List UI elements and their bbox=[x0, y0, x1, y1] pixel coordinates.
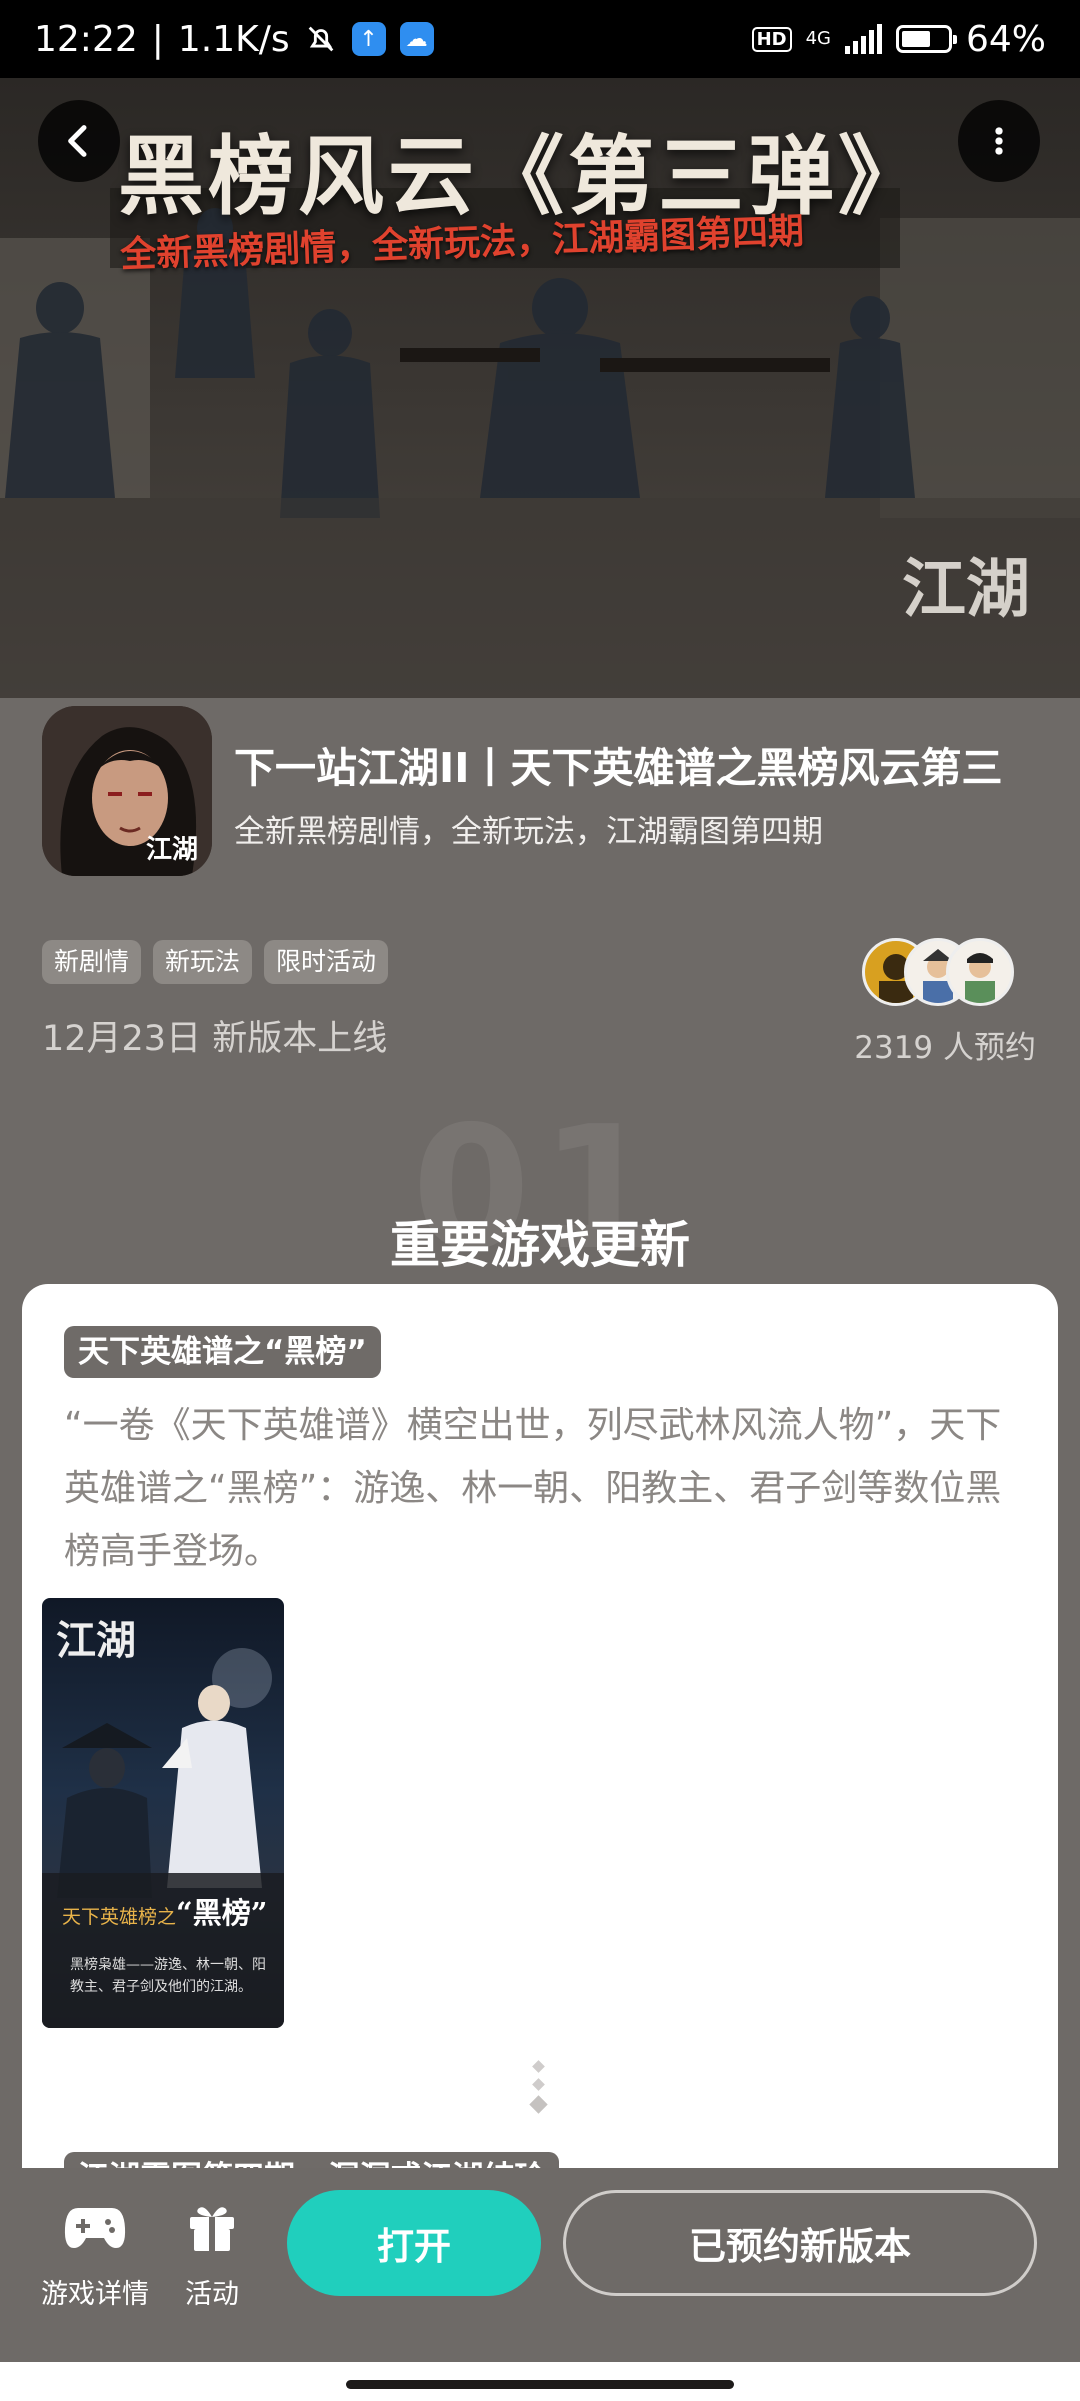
network-type: 4G bbox=[805, 28, 831, 49]
battery-percent: 64% bbox=[965, 18, 1046, 60]
hd-badge: HD bbox=[751, 26, 792, 52]
poster-image[interactable]: 江湖 天下英雄榜之“黑榜” 黑榜枭雄——游逸、林一朝、阳教主、君子剑及他们的江湖… bbox=[42, 1598, 284, 2028]
poster-title-prefix: 天下英雄榜之 bbox=[62, 1906, 177, 1928]
app-icon: 江湖 bbox=[42, 706, 212, 876]
status-time: 12:22 bbox=[34, 18, 138, 60]
tag-limited-event: 限时活动 bbox=[264, 940, 389, 984]
upload-app-icon: ↑ bbox=[351, 22, 386, 56]
scroll-dots-icon bbox=[528, 2060, 548, 2120]
app-name: 下一站江湖II丨天下英雄谱之黑榜风云第三 bbox=[234, 744, 1003, 792]
gift-icon bbox=[190, 2207, 234, 2251]
poster-title: 天下英雄榜之“黑榜” bbox=[62, 1890, 267, 1932]
tag-list: 新剧情 新玩法 限时活动 bbox=[42, 940, 389, 984]
status-bar: 12:22 | 1.1K/s ↑ ☁ HD 4G 64% bbox=[0, 0, 1080, 78]
card-body-text: “一卷《天下英雄谱》横空出世，列尽武林风流人物”，天下英雄谱之“黑榜”：游逸、林… bbox=[64, 1405, 1002, 1572]
silent-bell-icon bbox=[308, 26, 333, 52]
game-detail-button[interactable]: 游戏详情 bbox=[35, 2194, 155, 2311]
release-date: 12月23日 新版本上线 bbox=[42, 1019, 388, 1059]
more-vertical-icon bbox=[995, 127, 1003, 155]
reserved-version-button[interactable]: 已预约新版本 bbox=[563, 2190, 1037, 2296]
app-description: 全新黑榜剧情，全新玩法，江湖霸图第四期 bbox=[234, 814, 823, 850]
signal-icon bbox=[844, 24, 882, 54]
game-detail-label: 游戏详情 bbox=[41, 2279, 149, 2310]
gamepad-icon bbox=[64, 2208, 126, 2248]
update-card: 天下英雄谱之“黑榜” “一卷《天下英雄谱》横空出世，列尽武林风流人物”，天下英雄… bbox=[22, 1284, 1058, 2284]
poster-title-main: “黑榜” bbox=[176, 1896, 268, 1930]
home-indicator[interactable] bbox=[346, 2380, 734, 2389]
card-label: 天下英雄谱之“黑榜” bbox=[64, 1326, 381, 1378]
reserve-count: 2319 人预约 bbox=[854, 1030, 1036, 1066]
back-arrow-icon bbox=[68, 125, 87, 157]
battery-icon bbox=[895, 25, 957, 53]
tag-new-gameplay: 新玩法 bbox=[153, 940, 253, 984]
more-button[interactable] bbox=[958, 100, 1040, 182]
cloud-app-icon: ☁ bbox=[399, 22, 434, 56]
activity-button[interactable]: 活动 bbox=[152, 2194, 272, 2311]
tag-new-story: 新剧情 bbox=[42, 940, 142, 984]
avatar bbox=[946, 938, 1014, 1006]
app-icon-logo: 江湖 bbox=[145, 835, 198, 865]
bottom-action-bar: 游戏详情 活动 打开 已预约新版本 bbox=[0, 2168, 1080, 2362]
reserver-avatars bbox=[862, 938, 1022, 1010]
hero-logo: 江湖 bbox=[902, 552, 1030, 627]
hero-banner: 黑榜风云《第三弹》 全新黑榜剧情，全新玩法，江湖霸图第四期 江湖 bbox=[0, 78, 1080, 698]
section-title: 重要游戏更新 bbox=[390, 1216, 690, 1274]
open-button[interactable]: 打开 bbox=[287, 2190, 541, 2296]
net-speed: 1.1K/s bbox=[177, 18, 290, 60]
poster-text: 黑榜枭雄——游逸、林一朝、阳教主、君子剑及他们的江湖。 bbox=[70, 1957, 266, 1995]
back-button[interactable] bbox=[38, 100, 120, 182]
activity-label: 活动 bbox=[185, 2279, 239, 2310]
poster-logo: 江湖 bbox=[56, 1617, 136, 1664]
